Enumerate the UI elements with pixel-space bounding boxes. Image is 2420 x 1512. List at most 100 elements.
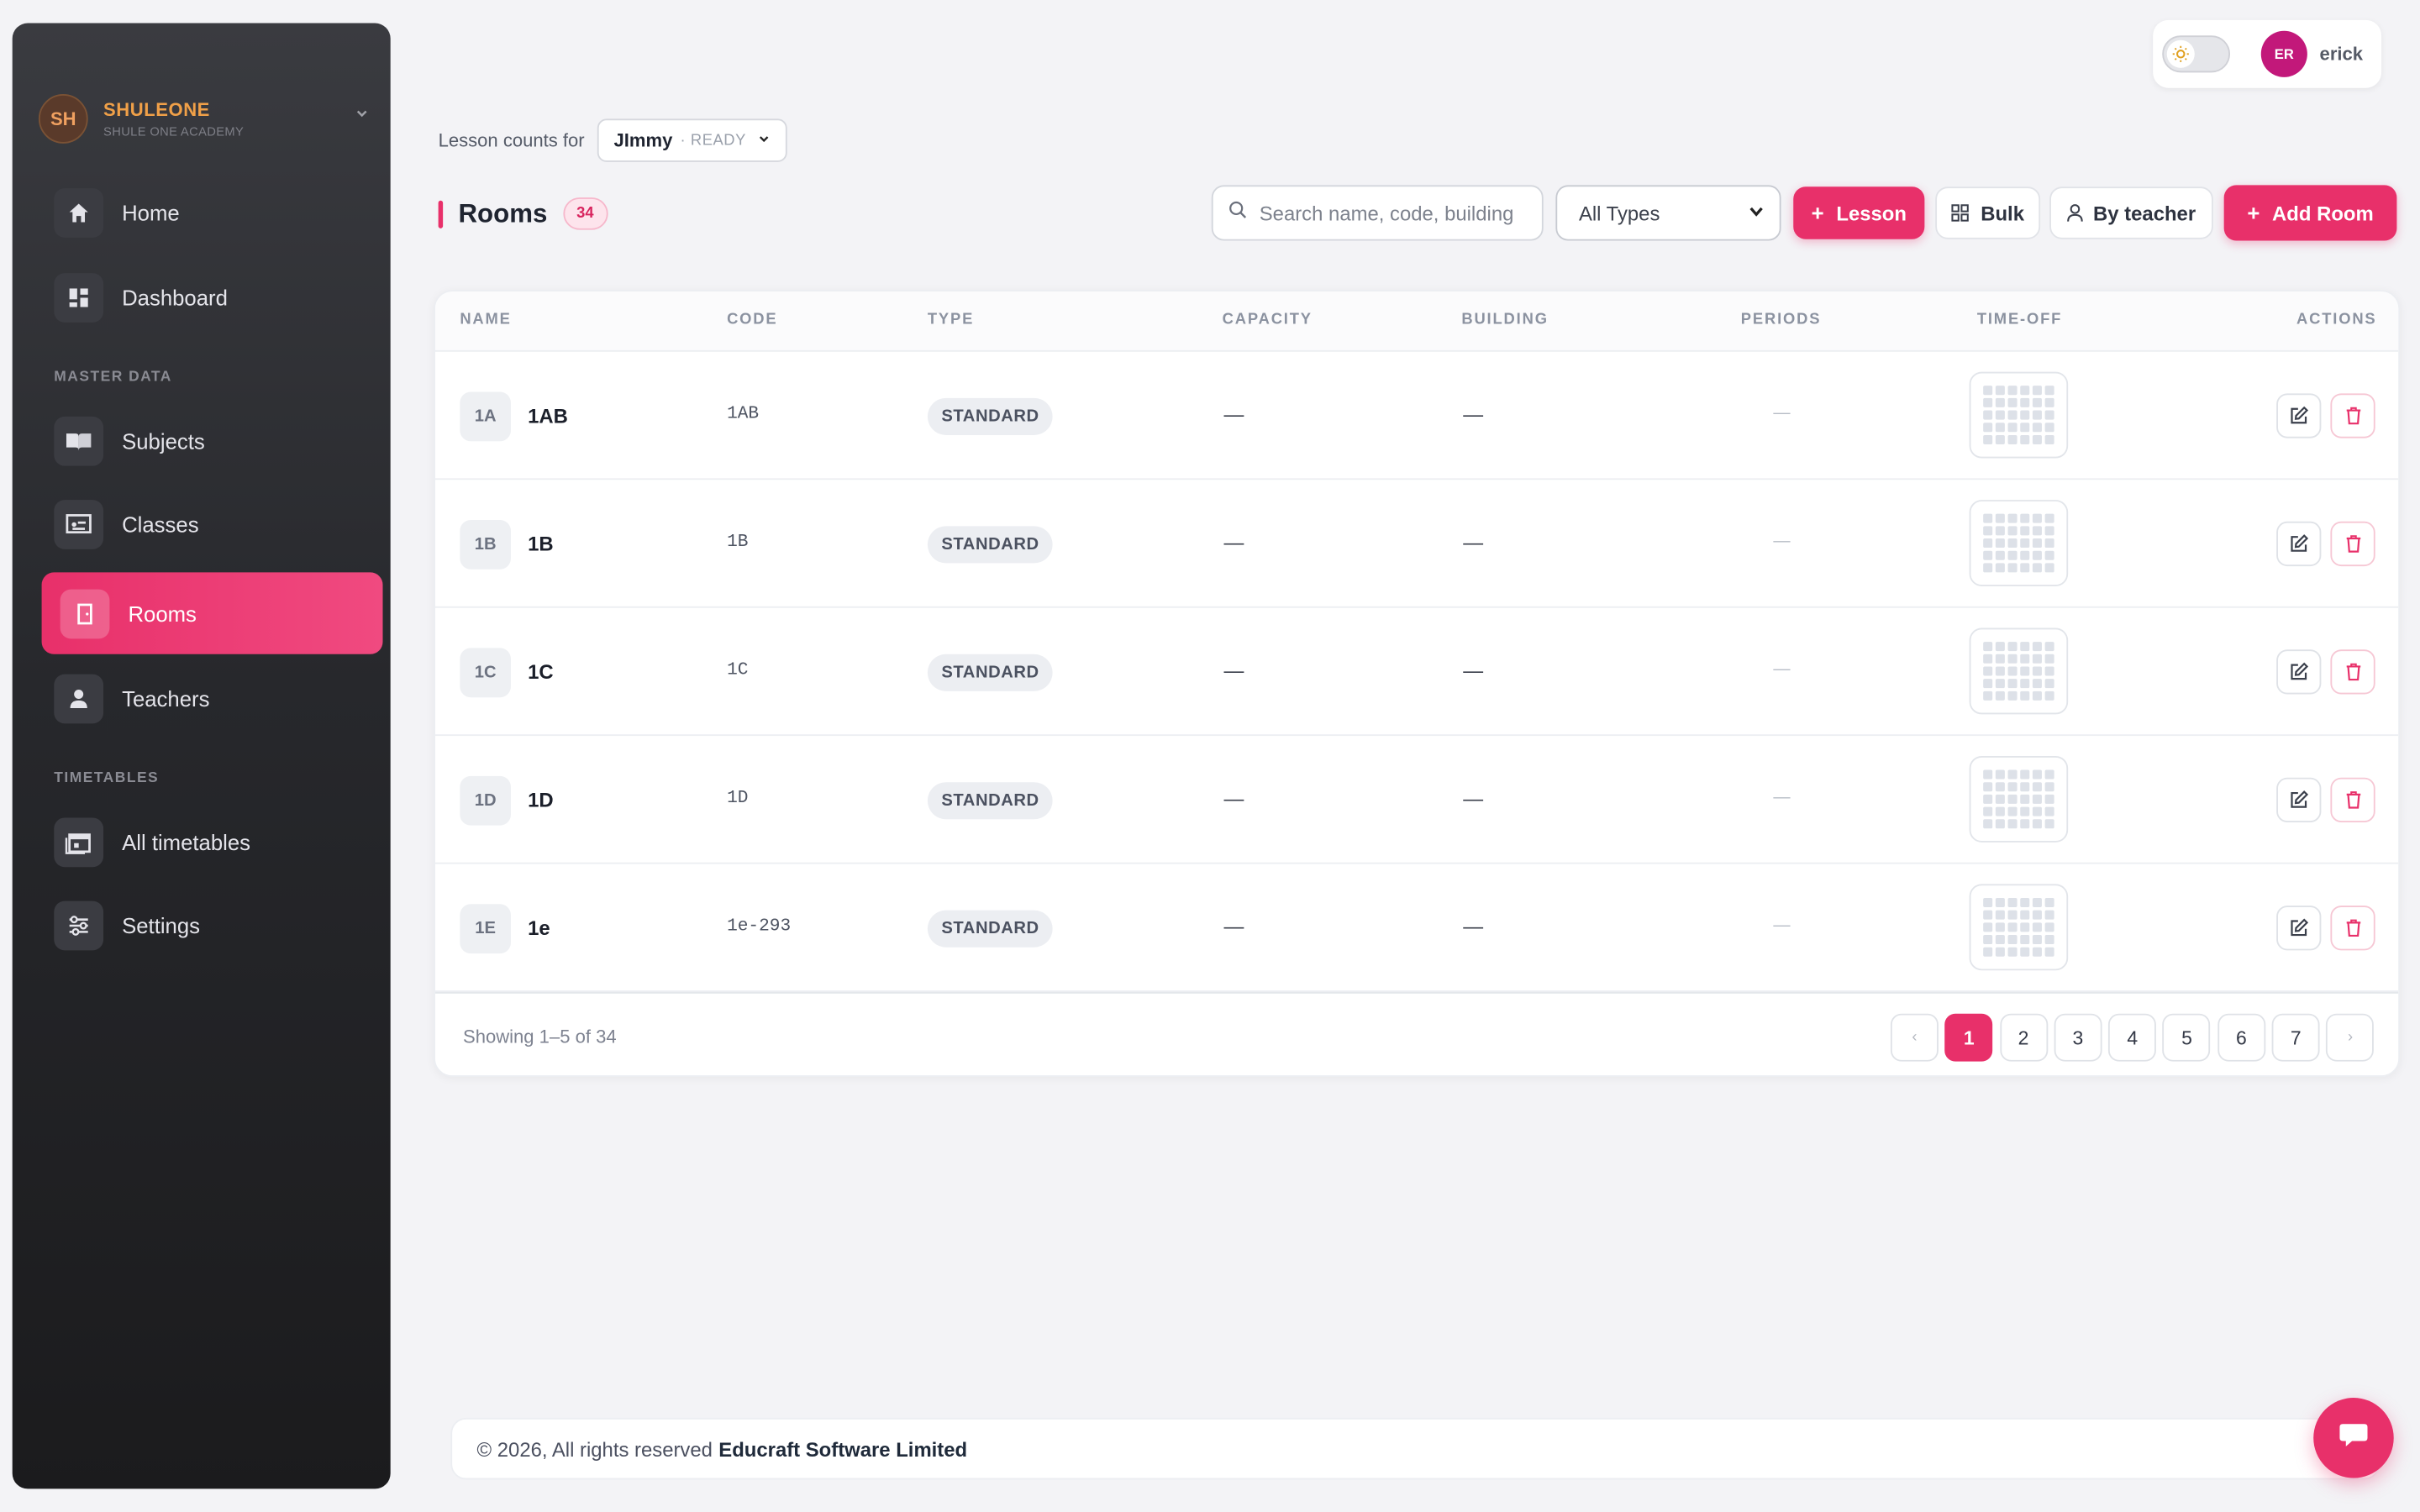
time-off-grid[interactable] (1969, 371, 2069, 459)
column-header-type[interactable]: TYPE (928, 312, 974, 328)
time-off-cell[interactable] (1995, 423, 2005, 433)
delete-button[interactable] (2330, 521, 2375, 567)
time-off-cell[interactable] (2032, 434, 2042, 444)
time-off-cell[interactable] (2007, 806, 2018, 816)
time-off-cell[interactable] (2007, 386, 2018, 396)
time-off-cell[interactable] (2020, 654, 2030, 664)
time-off-grid[interactable] (1969, 884, 2069, 971)
time-off-cell[interactable] (2044, 397, 2054, 407)
time-off-cell[interactable] (2032, 666, 2042, 676)
time-off-cell[interactable] (2044, 423, 2054, 433)
time-off-cell[interactable] (2044, 526, 2054, 536)
time-off-cell[interactable] (2007, 947, 2018, 957)
time-off-cell[interactable] (2020, 910, 2030, 920)
edit-button[interactable] (2276, 393, 2322, 438)
time-off-cell[interactable] (2044, 679, 2054, 689)
time-off-cell[interactable] (2032, 947, 2042, 957)
time-off-cell[interactable] (1995, 526, 2005, 536)
time-off-cell[interactable] (2044, 386, 2054, 396)
page-button[interactable]: 4 (2108, 1013, 2157, 1062)
time-off-cell[interactable] (2032, 690, 2042, 701)
time-off-cell[interactable] (2044, 434, 2054, 444)
page-button[interactable]: 5 (2163, 1013, 2212, 1062)
time-off-cell[interactable] (1983, 666, 1993, 676)
time-off-cell[interactable] (2020, 679, 2030, 689)
time-off-cell[interactable] (1983, 526, 1993, 536)
time-off-grid[interactable] (1969, 627, 2069, 715)
time-off-cell[interactable] (2007, 935, 2018, 945)
sidebar-item-classes[interactable]: Classes (42, 489, 383, 559)
sidebar-item-dashboard[interactable]: Dashboard (42, 262, 383, 333)
time-off-cell[interactable] (1995, 679, 2005, 689)
time-off-cell[interactable] (1995, 550, 2005, 560)
time-off-cell[interactable] (2044, 538, 2054, 549)
lesson-counts-select[interactable]: JImmy · READY (597, 118, 788, 162)
column-header-capacity[interactable]: CAPACITY (1223, 312, 1313, 328)
time-off-cell[interactable] (2032, 550, 2042, 560)
time-off-cell[interactable] (2020, 397, 2030, 407)
search-input[interactable] (1259, 201, 1514, 225)
time-off-cell[interactable] (1995, 782, 2005, 792)
time-off-cell[interactable] (1983, 782, 1993, 792)
time-off-cell[interactable] (2044, 897, 2054, 907)
time-off-cell[interactable] (1995, 538, 2005, 549)
sidebar-item-teachers[interactable]: Teachers (42, 664, 383, 734)
time-off-cell[interactable] (2032, 654, 2042, 664)
time-off-cell[interactable] (2007, 526, 2018, 536)
column-header-name[interactable]: NAME (460, 312, 511, 328)
time-off-cell[interactable] (1983, 794, 1993, 804)
column-header-code[interactable]: CODE (727, 312, 777, 328)
time-off-cell[interactable] (2020, 434, 2030, 444)
time-off-cell[interactable] (2044, 410, 2054, 420)
time-off-cell[interactable] (2032, 897, 2042, 907)
time-off-cell[interactable] (2007, 538, 2018, 549)
time-off-cell[interactable] (2007, 922, 2018, 932)
time-off-cell[interactable] (1983, 654, 1993, 664)
time-off-cell[interactable] (2020, 526, 2030, 536)
time-off-cell[interactable] (2044, 642, 2054, 652)
time-off-cell[interactable] (1983, 434, 1993, 444)
time-off-cell[interactable] (2007, 410, 2018, 420)
time-off-cell[interactable] (1995, 513, 2005, 523)
time-off-cell[interactable] (2007, 642, 2018, 652)
time-off-cell[interactable] (1983, 410, 1993, 420)
time-off-cell[interactable] (2020, 897, 2030, 907)
time-off-cell[interactable] (2032, 794, 2042, 804)
time-off-cell[interactable] (2020, 794, 2030, 804)
delete-button[interactable] (2330, 649, 2375, 695)
add-lesson-button[interactable]: + Lesson (1793, 186, 1925, 239)
time-off-cell[interactable] (1995, 947, 2005, 957)
time-off-cell[interactable] (2032, 679, 2042, 689)
bulk-button[interactable]: Bulk (1935, 186, 2041, 239)
time-off-cell[interactable] (2007, 654, 2018, 664)
time-off-cell[interactable] (2044, 769, 2054, 780)
time-off-cell[interactable] (1983, 947, 1993, 957)
time-off-cell[interactable] (2032, 526, 2042, 536)
time-off-cell[interactable] (2020, 666, 2030, 676)
time-off-cell[interactable] (2020, 935, 2030, 945)
time-off-cell[interactable] (2007, 550, 2018, 560)
time-off-cell[interactable] (2044, 563, 2054, 573)
time-off-cell[interactable] (2020, 769, 2030, 780)
sidebar-item-home[interactable]: Home (42, 177, 383, 248)
sidebar-item-rooms[interactable]: Rooms (41, 572, 383, 654)
time-off-cell[interactable] (1995, 769, 2005, 780)
time-off-cell[interactable] (2020, 386, 2030, 396)
time-off-cell[interactable] (2007, 563, 2018, 573)
chevron-down-icon[interactable] (355, 107, 369, 125)
type-filter-select[interactable]: All Types (1555, 185, 1781, 241)
time-off-cell[interactable] (1983, 538, 1993, 549)
time-off-cell[interactable] (2032, 782, 2042, 792)
time-off-cell[interactable] (1983, 513, 1993, 523)
time-off-cell[interactable] (2044, 947, 2054, 957)
time-off-cell[interactable] (1995, 897, 2005, 907)
time-off-cell[interactable] (1983, 690, 1993, 701)
time-off-cell[interactable] (2020, 538, 2030, 549)
column-header-periods[interactable]: PERIODS (1741, 312, 1822, 328)
time-off-cell[interactable] (1983, 563, 1993, 573)
by-teacher-button[interactable]: By teacher (2049, 186, 2213, 239)
time-off-cell[interactable] (2007, 794, 2018, 804)
time-off-cell[interactable] (2044, 666, 2054, 676)
time-off-cell[interactable] (1983, 423, 1993, 433)
time-off-cell[interactable] (2032, 910, 2042, 920)
